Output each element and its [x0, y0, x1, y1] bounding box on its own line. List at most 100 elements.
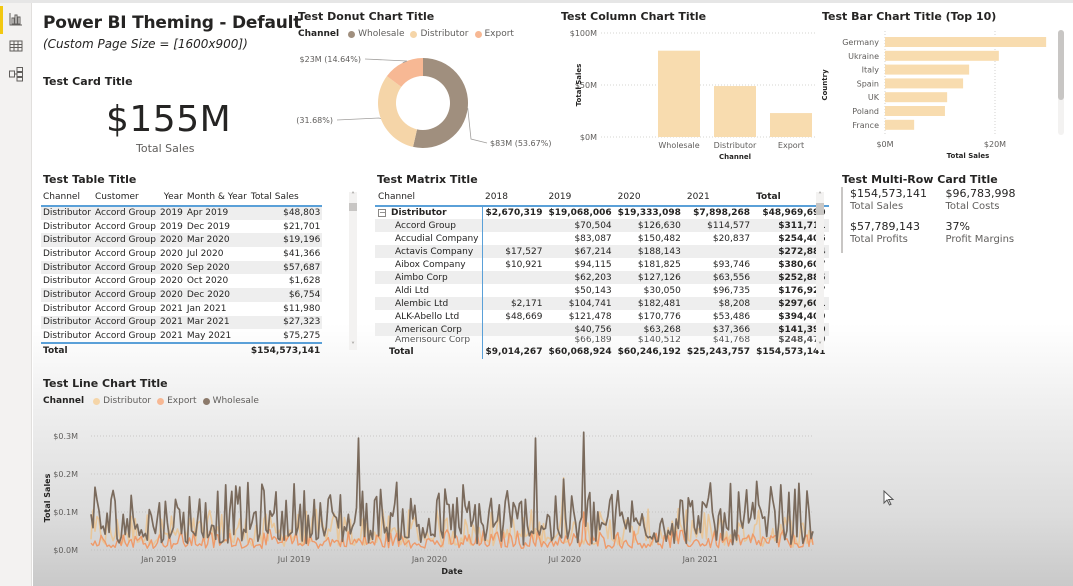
- matrix-total-value: $60,068,924: [548, 346, 612, 357]
- bar-chart: $0M $20M Germany Ukraine Italy Spain UK Poland F…: [821, 31, 1047, 160]
- cell-month-year: Dec 2019: [186, 221, 231, 232]
- legend-item-distributor[interactable]: Distributor: [103, 396, 151, 406]
- legend-item-wholesale[interactable]: Wholesale: [213, 396, 259, 406]
- cell-customer: Accord Group: [93, 233, 158, 248]
- bar-france[interactable]: [885, 119, 915, 130]
- col-header-month-year[interactable]: Month & Year: [184, 189, 249, 207]
- matrix-row[interactable]: Aimbo Corp $62,203 $127,126 $63,556 $252,885: [375, 271, 829, 284]
- bar-uk[interactable]: [885, 92, 948, 103]
- total-empty-cell: [93, 341, 158, 358]
- bar-chart-scrollbar[interactable]: [1058, 30, 1064, 135]
- kpi-label: Total Sales: [850, 201, 904, 212]
- legend-item-distributor[interactable]: Distributor: [420, 29, 468, 39]
- donut-title: Test Donut Chart Title: [298, 10, 435, 23]
- matrix-row-header: Actavis Company: [375, 245, 483, 258]
- matrix-group-row[interactable]: − Distributor $2,670,319 $19,068,006 $19,333…: [375, 206, 829, 219]
- matrix-scrollbar[interactable]: ˄ ˅: [816, 192, 824, 350]
- table-row[interactable]: Distributor Accord Group 2020 Mar 2020 $19,1…: [41, 233, 323, 248]
- col-header-total-sales[interactable]: Total Sales: [248, 189, 323, 207]
- donut-leader-line: [336, 117, 381, 121]
- matrix-group-header[interactable]: − Distributor: [375, 206, 483, 219]
- column-bar-wholesale[interactable]: [658, 50, 700, 137]
- matrix-cell: $30,050: [643, 285, 681, 296]
- cell-year: 2020: [157, 288, 185, 302]
- col-header-year[interactable]: Year: [157, 189, 185, 207]
- table-row[interactable]: Distributor Accord Group 2020 Oct 2020 $1,62…: [41, 274, 322, 288]
- cell-year: 2020: [157, 260, 185, 275]
- table-row[interactable]: Distributor Accord Group 2021 Mar 2021 $27,3…: [41, 315, 323, 330]
- matrix-col-channel[interactable]: Channel: [375, 189, 483, 207]
- matrix-row[interactable]: Actavis Company $17,527 $67,214 $188,143 $27…: [375, 245, 829, 258]
- cell-year: 2021: [159, 330, 183, 341]
- table-row[interactable]: Distributor Accord Group 2020 Jul 2020 $41,3…: [41, 247, 322, 261]
- line-series-wholesale[interactable]: [90, 431, 814, 546]
- cell-month-year: May 2021: [186, 330, 232, 341]
- col-header-channel[interactable]: Channel: [41, 189, 94, 207]
- matrix-col-2021[interactable]: 2021: [683, 189, 754, 207]
- table-row[interactable]: Distributor Accord Group 2021 Jan 2021 $11,9…: [41, 302, 322, 316]
- mouse-cursor-icon: [883, 490, 895, 506]
- table-row[interactable]: Distributor Accord Group 2020 Dec 2020 $6,75…: [41, 288, 323, 302]
- matrix-total-value: $9,014,267: [485, 346, 543, 357]
- line-title: Test Line Chart Title: [43, 377, 168, 390]
- matrix-row[interactable]: Accudial Company $83,087 $150,482 $20,837 $2…: [375, 232, 829, 245]
- table-scroll-thumb[interactable]: [349, 203, 357, 211]
- matrix-row[interactable]: ALK-Abello Ltd $48,669 $121,478 $170,776 $53…: [375, 310, 829, 323]
- matrix-cell: $67,214: [545, 245, 615, 258]
- bar-poland[interactable]: [885, 106, 945, 116]
- table-scrollbar[interactable]: ˄ ˅: [349, 192, 357, 350]
- table-grid-icon[interactable]: [8, 38, 24, 54]
- kpi-value: 37%: [945, 220, 970, 233]
- kpi-value: $154,573,141: [850, 187, 927, 200]
- model-diagram-icon[interactable]: [8, 66, 24, 82]
- collapse-icon[interactable]: −: [378, 209, 386, 217]
- legend-item-export[interactable]: Export: [485, 29, 514, 39]
- matrix-scroll-thumb[interactable]: [816, 203, 824, 215]
- scroll-down-icon[interactable]: ˅: [349, 342, 357, 350]
- donut-data-label: $49M (31.68%): [293, 116, 333, 125]
- matrix-row[interactable]: Amerisourc Corp $66,189 $140,512 $41,768 $24…: [375, 336, 829, 344]
- cell-customer: Accord Group: [93, 206, 158, 220]
- scroll-down-icon[interactable]: ˅: [816, 342, 824, 350]
- cell-customer: Accord Group: [93, 260, 158, 275]
- legend-item-wholesale[interactable]: Wholesale: [358, 29, 404, 39]
- matrix-row[interactable]: Aibox Company $10,921 $94,115 $181,825 $93,7…: [375, 258, 829, 271]
- matrix-col-2018[interactable]: 2018: [482, 189, 546, 207]
- bar-category-label: Poland: [852, 107, 879, 116]
- col-header-customer[interactable]: Customer: [93, 189, 158, 207]
- line-y-axis-title: Total Sales: [43, 473, 52, 522]
- cell-year: 2021: [157, 315, 185, 330]
- column-bar-export[interactable]: [770, 113, 812, 137]
- cell-month-year: Dec 2020: [184, 288, 249, 302]
- cell-customer: Accord Group: [95, 276, 156, 287]
- matrix-row[interactable]: American Corp $40,756 $63,268 $37,366 $141,3…: [375, 323, 829, 336]
- column-ytick-label: $100M: [570, 29, 597, 38]
- bar-germany[interactable]: [885, 37, 1047, 47]
- matrix-row[interactable]: Accord Group $70,504 $126,630 $114,577 $311,…: [375, 219, 829, 232]
- scroll-up-icon[interactable]: ˄: [816, 192, 824, 200]
- cell-customer: Accord Group: [93, 315, 158, 330]
- table-row[interactable]: Distributor Accord Group 2020 Sep 2020 $57,6…: [41, 260, 323, 275]
- table-row[interactable]: Distributor Accord Group 2021 May 2021 $75,2…: [41, 329, 322, 343]
- bar-spain[interactable]: [885, 78, 964, 89]
- cell-month-year: Sep 2020: [184, 260, 249, 275]
- legend-dot-export: [474, 30, 482, 38]
- matrix-col-2020[interactable]: 2020: [614, 189, 684, 207]
- table-row[interactable]: Distributor Accord Group 2019 Apr 2019 $48,8…: [41, 206, 323, 220]
- legend-item-export[interactable]: Export: [167, 396, 196, 406]
- bar-chart-scroll-thumb[interactable]: [1058, 30, 1064, 100]
- matrix-row[interactable]: Alembic Ltd $2,171 $104,741 $182,481 $8,208 $…: [375, 297, 829, 310]
- matrix-col-2019[interactable]: 2019: [545, 189, 615, 207]
- matrix-cell: $8,208: [683, 297, 754, 310]
- donut-slice-distributor[interactable]: [378, 76, 418, 147]
- bar-italy[interactable]: [885, 64, 970, 75]
- bar-category-label: Germany: [842, 38, 879, 47]
- table-title: Test Table Title: [43, 173, 137, 186]
- bar-ukraine[interactable]: [885, 50, 999, 61]
- matrix-row-header: Accord Group: [375, 219, 483, 232]
- scroll-up-icon[interactable]: ˄: [349, 192, 357, 200]
- bar-chart-icon[interactable]: [8, 11, 24, 27]
- table-row[interactable]: Distributor Accord Group 2019 Dec 2019 $21,7…: [41, 220, 322, 234]
- column-bar-distributor[interactable]: [714, 86, 756, 137]
- matrix-row[interactable]: Aldi Ltd $50,143 $30,050 $96,735 $176,927: [375, 284, 829, 297]
